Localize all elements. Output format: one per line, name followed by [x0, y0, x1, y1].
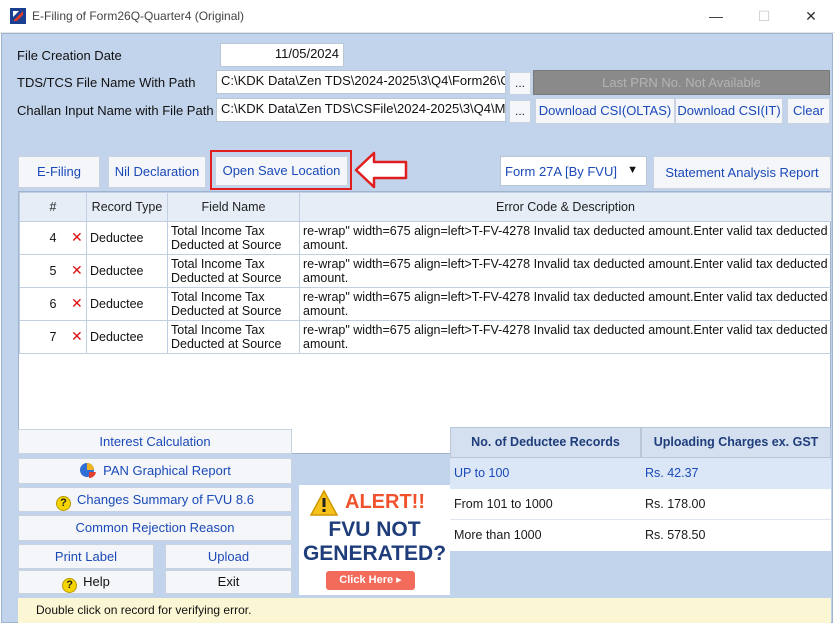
table-row[interactable]: 5 ✕ Deductee Total Income Tax Deducted at… — [19, 254, 832, 288]
close-button[interactable]: ✕ — [794, 4, 828, 28]
tds-file-label: TDS/TCS File Name With Path — [17, 75, 196, 90]
error-description-cell: re-wrap" width=675 align=left>T-FV-4278 … — [299, 320, 832, 354]
open-save-location-button[interactable]: Open Save Location — [215, 156, 348, 186]
error-x-icon: ✕ — [71, 262, 83, 278]
charges-row: More than 1000 Rs. 578.50 — [450, 520, 831, 551]
pan-graphical-report-button[interactable]: PAN Graphical Report — [18, 458, 292, 484]
error-x-icon: ✕ — [71, 328, 83, 344]
field-name-cell: Total Income Tax Deducted at Source — [167, 221, 300, 255]
column-header[interactable]: # — [19, 192, 87, 222]
row-number: 7 — [49, 330, 57, 344]
table-row[interactable]: 4 ✕ Deductee Total Income Tax Deducted at… — [19, 221, 832, 255]
upload-button[interactable]: Upload — [165, 544, 292, 569]
charges-amount-cell: Rs. 178.00 — [645, 497, 706, 511]
help-circle-icon: ? — [55, 496, 71, 511]
changes-summary-label: Changes Summary of FVU 8.6 — [76, 492, 255, 507]
alert-line-1: FVU NOT — [328, 518, 421, 541]
tds-file-path-field[interactable]: C:\KDK Data\Zen TDS\2024-2025\3\Q4\Form2… — [216, 70, 506, 94]
error-description-cell: re-wrap" width=675 align=left>T-FV-4278 … — [299, 254, 832, 288]
column-header[interactable]: Field Name — [167, 192, 300, 222]
status-bar: Double click on record for verifying err… — [18, 598, 831, 623]
charges-column-header: No. of Deductee Records — [450, 427, 641, 458]
warning-triangle-icon — [309, 489, 339, 516]
charges-amount-cell: Rs. 42.37 — [645, 466, 699, 480]
field-name-cell: Total Income Tax Deducted at Source — [167, 287, 300, 321]
error-description-cell: re-wrap" width=675 align=left>T-FV-4278 … — [299, 287, 832, 321]
prn-status-box: Last PRN No. Not Available — [533, 70, 830, 95]
nil-declaration-button[interactable]: Nil Declaration — [108, 156, 206, 188]
print-label-button[interactable]: Print Label — [18, 544, 154, 569]
charges-range-cell: From 101 to 1000 — [454, 497, 553, 511]
charges-amount-cell: Rs. 578.50 — [645, 528, 706, 542]
download-csi-it-button[interactable]: Download CSI(IT) — [675, 98, 783, 124]
form-type-select-value: Form 27A [By FVU] — [505, 164, 617, 179]
record-type-cell: Deductee — [86, 320, 168, 354]
window-title: E-Filing of Form26Q-Quarter4 (Original) — [32, 9, 245, 23]
column-header[interactable]: Error Code & Description — [299, 192, 832, 222]
field-name-cell: Total Income Tax Deducted at Source — [167, 254, 300, 288]
exit-button[interactable]: Exit — [165, 570, 292, 594]
file-creation-date-field[interactable]: 11/05/2024 — [220, 43, 344, 67]
table-row[interactable]: 6 ✕ Deductee Total Income Tax Deducted at… — [19, 287, 832, 321]
charges-column-header: Uploading Charges ex. GST — [641, 427, 831, 458]
fvu-alert-banner[interactable]: ALERT!! FVU NOT GENERATED? Click Here ▸ — [299, 485, 450, 595]
challan-file-label: Challan Input Name with File Path — [17, 103, 214, 118]
alert-click-here-button[interactable]: Click Here ▸ — [326, 571, 415, 590]
row-number: 4 — [49, 231, 57, 245]
efiling-button[interactable]: E-Filing — [18, 156, 100, 188]
charges-range-cell: UP to 100 — [454, 466, 510, 480]
pan-graphical-report-label: PAN Graphical Report — [103, 463, 231, 478]
challan-file-browse-button[interactable]: ... — [509, 100, 531, 123]
main-panel: File Creation Date 11/05/2024 TDS/TCS Fi… — [1, 33, 833, 623]
help-circle-icon: ? — [62, 578, 78, 593]
record-type-cell: Deductee — [86, 287, 168, 321]
record-type-cell: Deductee — [86, 254, 168, 288]
pie-chart-icon — [80, 463, 97, 479]
error-grid[interactable]: # Record Type Field Name Error Code & De… — [18, 191, 832, 454]
common-rejection-button[interactable]: Common Rejection Reason — [18, 515, 292, 541]
charges-row: UP to 100 Rs. 42.37 — [450, 458, 831, 489]
maximize-button: ☐ — [757, 8, 771, 24]
help-button[interactable]: ? Help — [18, 570, 154, 594]
challan-file-path-field[interactable]: C:\KDK Data\Zen TDS\CSFile\2024-2025\3\Q… — [216, 98, 506, 122]
record-type-cell: Deductee — [86, 221, 168, 255]
interest-calculation-button[interactable]: Interest Calculation — [18, 429, 292, 454]
error-description-cell: re-wrap" width=675 align=left>T-FV-4278 … — [299, 221, 832, 255]
clear-button[interactable]: Clear — [787, 98, 830, 124]
error-x-icon: ✕ — [71, 295, 83, 311]
statement-analysis-button[interactable]: Statement Analysis Report — [653, 156, 831, 189]
charges-range-cell: More than 1000 — [454, 528, 542, 542]
pointer-arrow-icon — [354, 151, 408, 189]
charges-row: From 101 to 1000 Rs. 178.00 — [450, 489, 831, 520]
row-number: 6 — [49, 297, 57, 311]
tds-file-browse-button[interactable]: ... — [509, 72, 531, 95]
grid-header-row: # Record Type Field Name Error Code & De… — [19, 192, 832, 222]
form-type-select[interactable]: Form 27A [By FVU] ▼ — [500, 156, 647, 186]
minimize-button[interactable]: — — [699, 4, 733, 28]
alert-line-2: GENERATED? — [302, 542, 447, 565]
title-bar: E-Filing of Form26Q-Quarter4 (Original) … — [0, 0, 835, 33]
file-creation-date-label: File Creation Date — [17, 48, 122, 63]
chevron-down-icon: ▼ — [627, 164, 638, 176]
row-number: 5 — [49, 264, 57, 278]
alert-title: ALERT!! — [345, 491, 425, 513]
field-name-cell: Total Income Tax Deducted at Source — [167, 320, 300, 354]
app-logo-icon — [10, 8, 26, 24]
download-csi-oltas-button[interactable]: Download CSI(OLTAS) — [535, 98, 675, 124]
column-header[interactable]: Record Type — [86, 192, 168, 222]
table-row[interactable]: 7 ✕ Deductee Total Income Tax Deducted at… — [19, 320, 832, 354]
changes-summary-button[interactable]: ? Changes Summary of FVU 8.6 — [18, 487, 292, 512]
help-label: Help — [83, 574, 110, 589]
error-x-icon: ✕ — [71, 229, 83, 245]
